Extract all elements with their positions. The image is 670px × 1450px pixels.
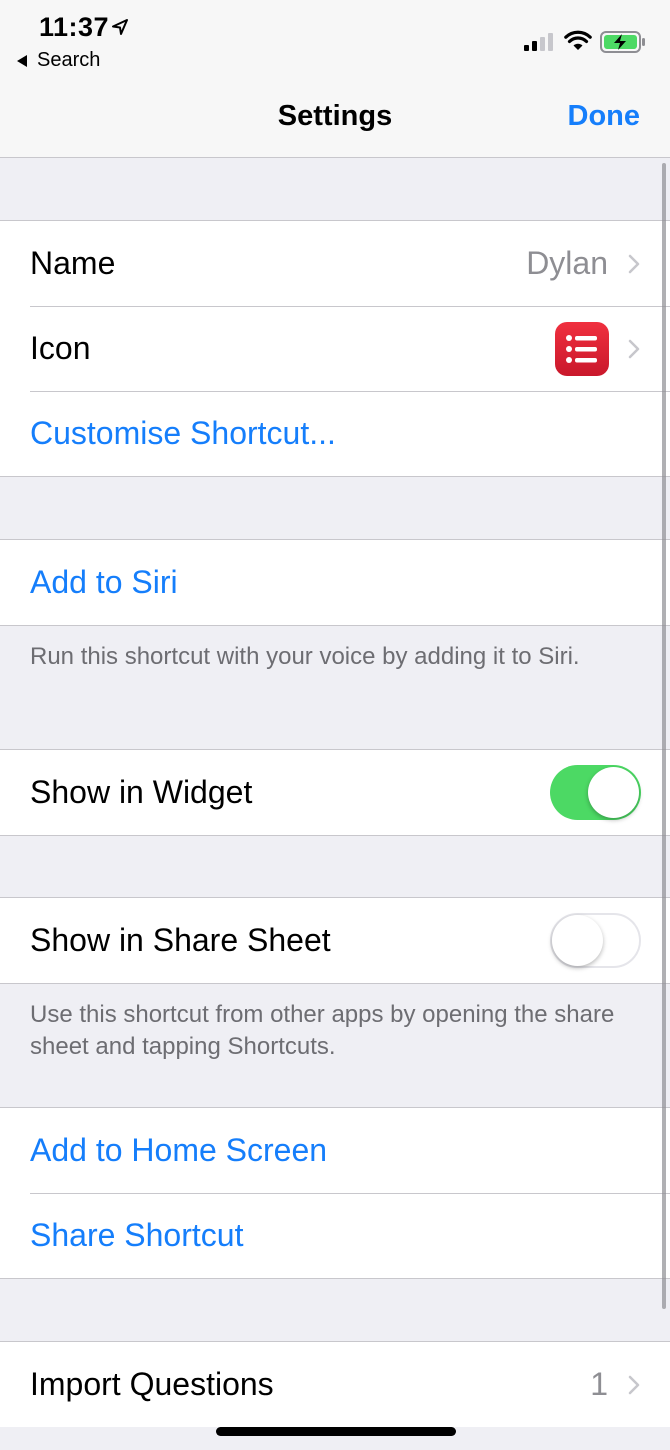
toggle-knob — [552, 915, 603, 966]
add-to-home-screen-link[interactable]: Add to Home Screen — [30, 1132, 327, 1169]
cellular-signal-icon — [524, 33, 553, 51]
widget-group: Show in Widget — [0, 749, 670, 836]
add-to-home-screen-row[interactable]: Add to Home Screen — [0, 1108, 670, 1193]
navigation-bar: Settings Done — [0, 80, 670, 158]
name-value: Dylan — [526, 245, 608, 281]
show-in-widget-row: Show in Widget — [0, 750, 670, 835]
share-sheet-footer-text: Use this shortcut from other apps by ope… — [30, 1001, 615, 1060]
wifi-icon — [564, 30, 592, 50]
import-questions-row[interactable]: Import Questions 1 — [0, 1342, 670, 1427]
import-questions-count: 1 — [590, 1366, 608, 1402]
done-button[interactable]: Done — [568, 100, 641, 133]
toggle-knob — [588, 767, 639, 818]
siri-group: Add to Siri — [0, 539, 670, 626]
customise-shortcut-row[interactable]: Customise Shortcut... — [0, 391, 670, 476]
show-in-share-sheet-row: Show in Share Sheet — [0, 898, 670, 983]
share-shortcut-link[interactable]: Share Shortcut — [30, 1217, 243, 1254]
back-to-search-button[interactable]: Search — [17, 49, 100, 72]
show-in-share-sheet-toggle[interactable] — [550, 913, 641, 968]
import-group: Import Questions 1 — [0, 1341, 670, 1427]
shortcut-app-icon — [555, 321, 609, 376]
chevron-right-icon — [628, 1375, 640, 1394]
shortcut-details-group: Name Dylan Icon Customise Shortcut... — [0, 220, 670, 477]
share-shortcut-row[interactable]: Share Shortcut — [0, 1193, 670, 1278]
share-sheet-group: Show in Share Sheet — [0, 897, 670, 984]
icon-label: Icon — [30, 330, 91, 366]
add-to-siri-link[interactable]: Add to Siri — [30, 564, 178, 601]
siri-footer-text: Run this shortcut with your voice by add… — [30, 643, 580, 670]
show-in-widget-label: Show in Widget — [30, 774, 253, 810]
import-questions-label: Import Questions — [30, 1366, 274, 1402]
back-triangle-icon — [17, 54, 27, 67]
scrollbar[interactable] — [662, 163, 666, 1309]
name-row[interactable]: Name Dylan — [0, 221, 670, 306]
chevron-right-icon — [628, 254, 640, 273]
icon-row[interactable]: Icon — [0, 306, 670, 391]
home-indicator[interactable] — [216, 1427, 456, 1436]
chevron-right-icon — [628, 339, 640, 358]
actions-group: Add to Home Screen Share Shortcut — [0, 1107, 670, 1279]
battery-charging-icon — [600, 31, 645, 53]
list-icon — [566, 334, 597, 363]
show-in-share-sheet-label: Show in Share Sheet — [30, 922, 331, 958]
name-label: Name — [30, 245, 116, 281]
add-to-siri-row[interactable]: Add to Siri — [0, 540, 670, 625]
customise-shortcut-link[interactable]: Customise Shortcut... — [30, 415, 336, 452]
show-in-widget-toggle[interactable] — [550, 765, 641, 820]
status-bar: 11:37 Search — [0, 0, 670, 80]
status-time: 11:37 — [39, 12, 110, 42]
location-arrow-icon — [112, 19, 128, 35]
back-to-search-label: Search — [37, 49, 101, 71]
